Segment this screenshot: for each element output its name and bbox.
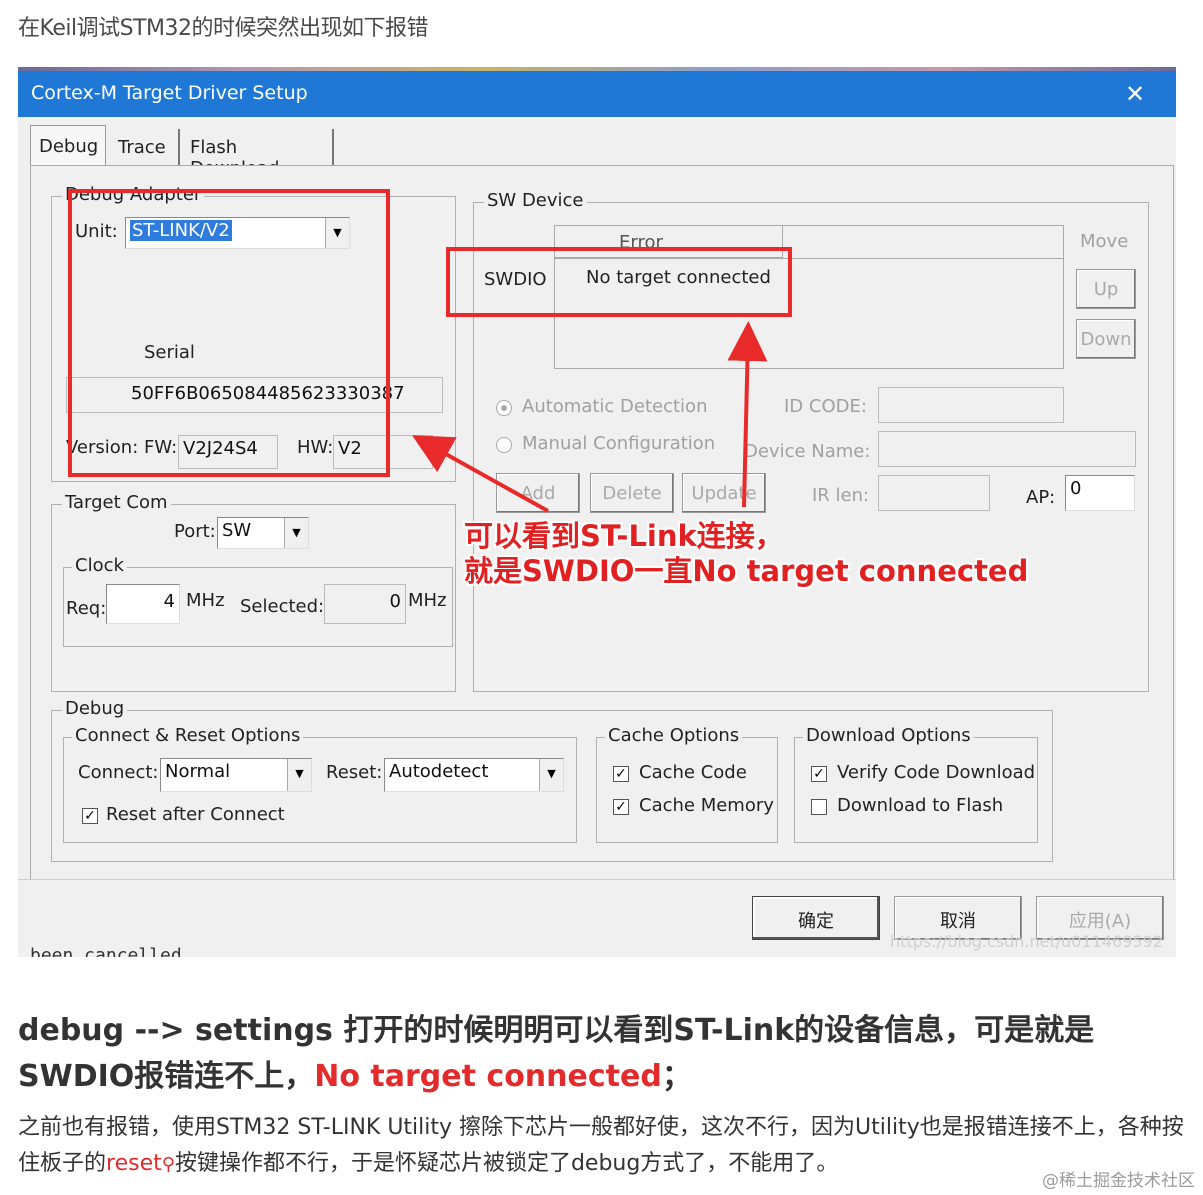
ok-button[interactable]: 确定 bbox=[752, 896, 880, 940]
site-watermark: @稀土掘金技术社区 bbox=[1042, 1171, 1195, 1191]
search-icon[interactable]: ⚲ bbox=[162, 1154, 175, 1175]
annotation-arrows bbox=[412, 321, 768, 513]
dialog-button-bar: 确定 取消 应用(A) https://blog.csdn.net/u01146… bbox=[18, 879, 1176, 957]
paragraph-text-end: 按键操作都不行，于是怀疑芯片被锁定了debug方式了，不能用了。 bbox=[174, 1151, 839, 1176]
csdn-url-watermark: https://blog.csdn.net/u011469592 bbox=[890, 932, 1163, 951]
intro-text: 在Keil调试STM32的时候突然出现如下报错 bbox=[18, 16, 428, 41]
cancelled-text: been cancelled bbox=[30, 945, 182, 957]
article-heading: debug --> settings 打开的时候明明可以看到ST-Link的设备… bbox=[18, 1008, 1183, 1100]
heading-end: ； bbox=[661, 1059, 692, 1094]
arrow-to-adapter bbox=[412, 435, 549, 513]
article-paragraph: 之前也有报错，使用STM32 ST-LINK Utility 擦除下芯片一般都好… bbox=[18, 1110, 1188, 1183]
dialog-screenshot: Cortex-M Target Driver Setup ✕ Debug Tra… bbox=[18, 67, 1176, 957]
reset-link[interactable]: reset bbox=[106, 1151, 162, 1176]
heading-highlight: No target connected bbox=[314, 1059, 662, 1094]
annotation-line-2: 就是SWDIO一直No target connected bbox=[464, 554, 1029, 588]
arrow-to-swdio bbox=[727, 321, 768, 508]
